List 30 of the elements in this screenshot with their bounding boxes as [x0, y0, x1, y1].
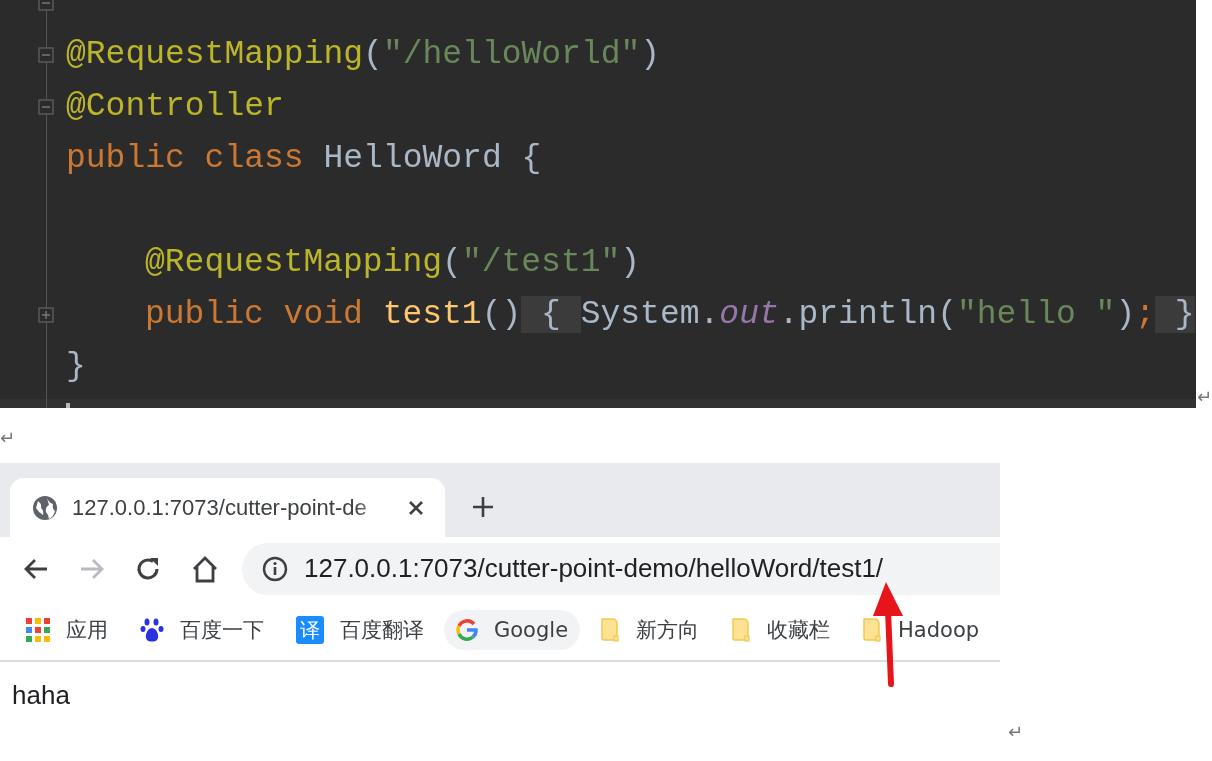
code-line: public void test1() { System.out.println("hello "); }	[144, 295, 1195, 335]
code-line: }	[66, 347, 86, 387]
bookmark-item[interactable]: 新方向	[588, 608, 712, 652]
bookmark-item[interactable]: 百度一下	[128, 608, 276, 652]
info-icon	[262, 555, 288, 582]
google-icon	[456, 619, 478, 641]
paragraph-mark: ↵	[1008, 723, 1024, 741]
bookmark-item[interactable]: Hadoop	[850, 609, 992, 651]
paw-icon	[140, 617, 164, 643]
code-line: @Controller	[66, 87, 284, 127]
folder-icon	[862, 617, 883, 643]
code-line: @RequestMapping("/helloWorld")	[66, 35, 661, 75]
bookmark-item[interactable]: 应用	[14, 608, 120, 652]
apps-grid-icon	[26, 618, 50, 642]
bookmark-item[interactable]: 收藏栏	[719, 608, 843, 652]
folder-icon	[731, 617, 752, 643]
browser-tab[interactable]: 127.0.0.1:7073/cutter-point-de	[10, 478, 445, 537]
globe-icon	[32, 494, 58, 521]
code-line: public class HelloWord {	[66, 139, 542, 179]
bookmark-item[interactable]: 译 百度翻译	[284, 608, 436, 652]
translate-icon: 译	[296, 616, 324, 644]
close-icon[interactable]	[407, 498, 425, 517]
new-tab-icon[interactable]	[471, 495, 495, 519]
address-bar[interactable]: 127.0.0.1:7073/cutter-point-demo/helloWord/test1/	[242, 542, 1000, 595]
page-text: haha	[12, 680, 70, 710]
folder-icon	[600, 617, 621, 643]
code-line: @RequestMapping("/test1")	[144, 243, 641, 283]
paragraph-mark: ↵	[1196, 388, 1212, 406]
bookmark-item[interactable]: Google	[444, 610, 581, 650]
paragraph-mark: ↵	[0, 428, 16, 447]
